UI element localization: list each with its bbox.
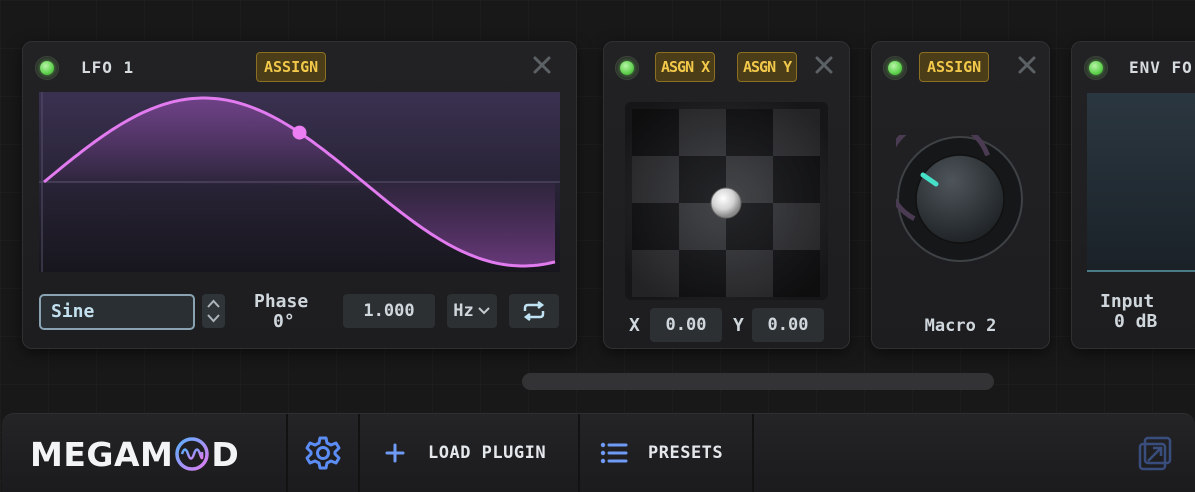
load-plugin-label: LOAD PLUGIN — [428, 443, 547, 463]
chevron-down-icon — [478, 307, 490, 315]
rate-value-field[interactable]: 1.000 — [343, 294, 435, 328]
xy-pad[interactable] — [625, 102, 828, 300]
lfo-module: LFO 1 ASSIGN Sine Phase 0° 1.000 Hz — [22, 41, 577, 349]
env-follower-module: ENV FO Input 0 dB — [1071, 41, 1195, 349]
waveform-stepper[interactable] — [202, 294, 225, 328]
presets-button[interactable]: PRESETS — [580, 414, 752, 492]
close-icon — [533, 56, 551, 74]
brand-logo-suffix: D — [211, 434, 240, 474]
phase-label: Phase — [254, 291, 309, 312]
assign-y-button[interactable]: ASGN Y — [737, 52, 798, 82]
list-icon — [600, 442, 628, 464]
waveform-select-value: Sine — [51, 301, 95, 322]
env-input-label: Input — [1100, 291, 1155, 312]
chevron-updown-icon — [207, 299, 220, 323]
y-value-field[interactable]: 0.00 — [752, 308, 824, 342]
loop-icon — [523, 301, 545, 321]
close-icon — [1018, 56, 1036, 74]
lfo-close-button[interactable] — [529, 50, 555, 80]
x-label: X — [629, 315, 640, 336]
macro-title: Macro 2 — [924, 316, 997, 336]
x-value-field[interactable]: 0.00 — [650, 308, 722, 342]
y-label: Y — [733, 315, 744, 336]
lfo-power-toggle[interactable] — [35, 56, 59, 80]
xy-close-button[interactable] — [811, 50, 837, 80]
env-power-toggle[interactable] — [1084, 56, 1108, 80]
rate-unit-value: Hz — [453, 301, 474, 321]
macro-power-toggle[interactable] — [883, 56, 907, 80]
macro-module: ASSIGN Macro 2 — [871, 41, 1050, 349]
module-rack-scrollbar[interactable] — [522, 373, 994, 390]
macro-close-button[interactable] — [1014, 50, 1040, 80]
lfo-title: LFO 1 — [81, 58, 135, 77]
macro-assign-button[interactable]: ASSIGN — [919, 52, 990, 82]
settings-button[interactable] — [288, 414, 358, 492]
brand-logo: MEGAM D — [30, 434, 240, 474]
toolbar-separator — [752, 414, 754, 492]
env-title: ENV FO — [1129, 58, 1193, 77]
plus-icon — [385, 443, 405, 463]
waveform-select[interactable]: Sine — [39, 294, 195, 330]
close-icon — [815, 56, 833, 74]
env-input-value: 0 dB — [1114, 311, 1158, 332]
popout-icon — [1138, 436, 1172, 471]
popout-window-button[interactable] — [1132, 414, 1178, 492]
lfo-assign-button[interactable]: ASSIGN — [256, 52, 327, 82]
rate-unit-dropdown[interactable]: Hz — [447, 294, 497, 328]
xy-pad-handle[interactable] — [710, 187, 742, 219]
gear-icon — [305, 436, 341, 470]
assign-x-button[interactable]: ASGN X — [655, 52, 716, 82]
waveform-playhead — [292, 125, 307, 140]
bottom-toolbar: MEGAM D LOAD PLUGIN PRESETS — [2, 413, 1195, 492]
xy-power-toggle[interactable] — [615, 56, 639, 80]
env-meter — [1087, 93, 1195, 272]
loop-toggle[interactable] — [509, 294, 559, 328]
xy-pad-module: ASGN X ASGN Y X 0.00 Y 0.00 — [603, 41, 850, 349]
lfo-waveform-display[interactable] — [39, 92, 560, 272]
macro-knob[interactable] — [896, 135, 1024, 263]
phase-value[interactable]: 0° — [273, 311, 295, 332]
xy-pad-grid — [625, 102, 828, 300]
brand-logo-wave-icon — [175, 437, 210, 471]
brand-logo-prefix: MEGAM — [30, 434, 174, 474]
load-plugin-button[interactable]: LOAD PLUGIN — [360, 414, 578, 492]
presets-label: PRESETS — [648, 443, 724, 463]
